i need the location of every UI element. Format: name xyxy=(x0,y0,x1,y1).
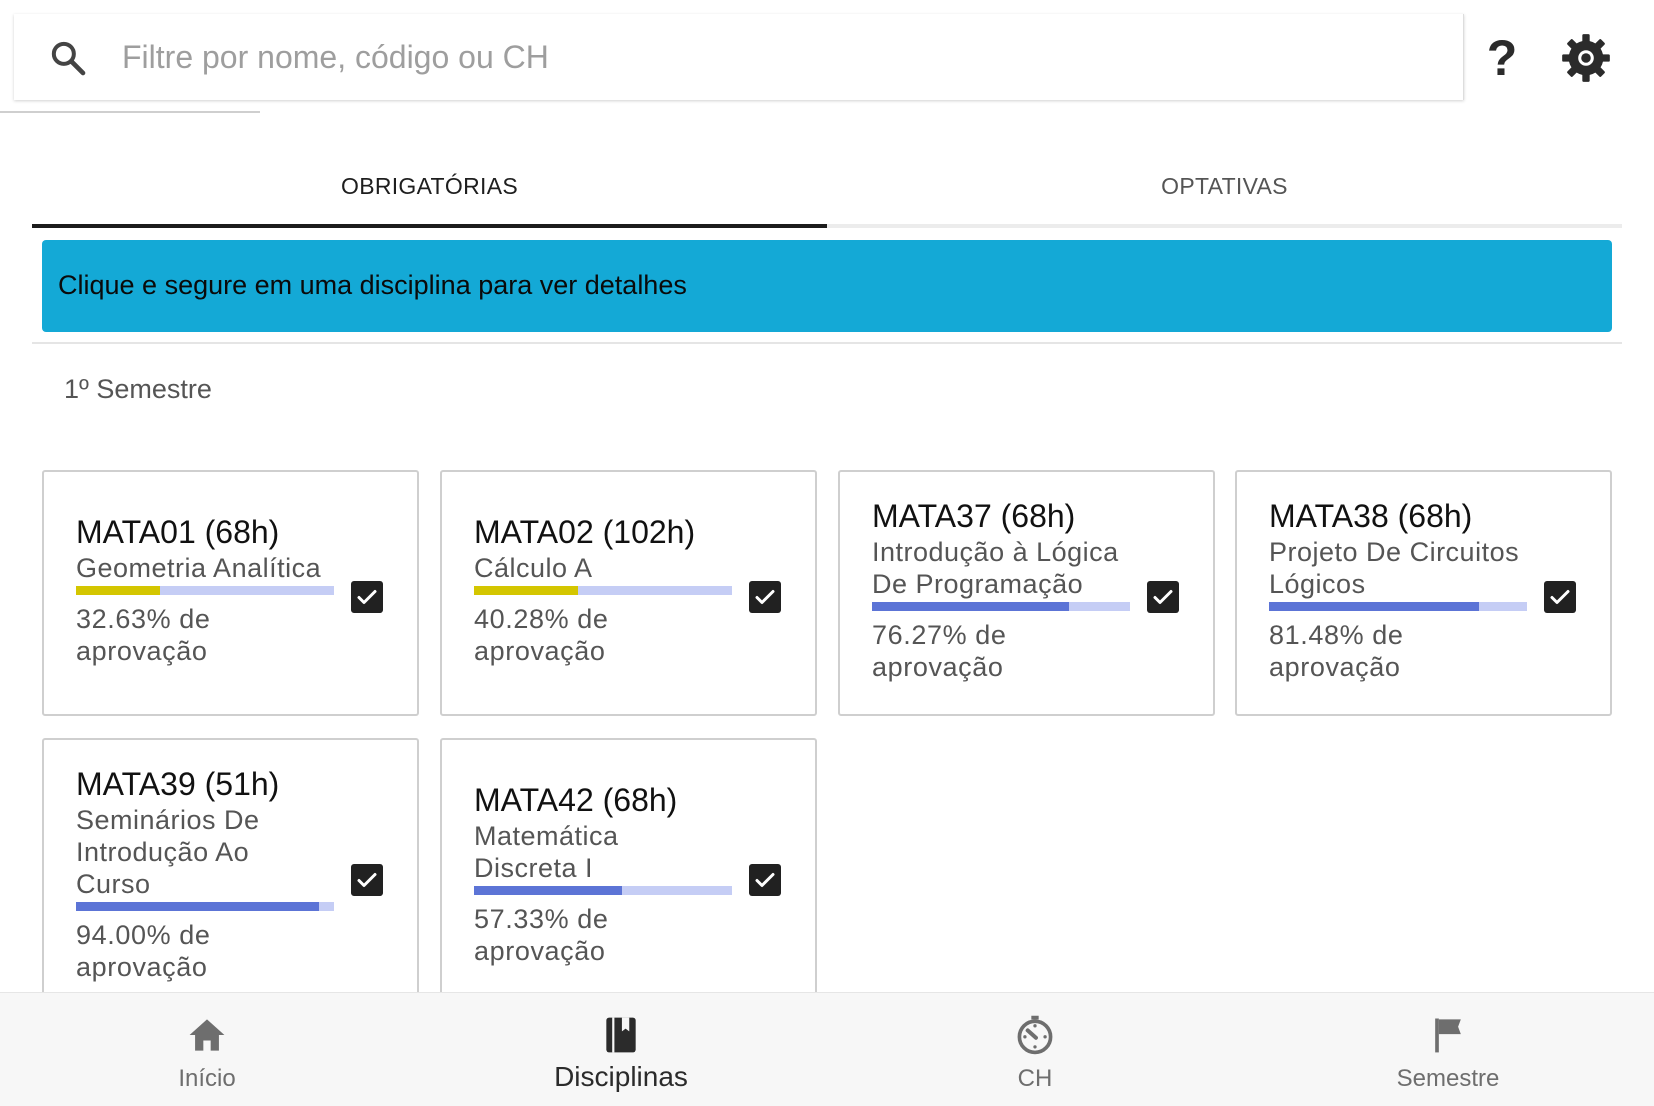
approval-progress-fill xyxy=(76,902,319,911)
approval-progress-fill xyxy=(474,886,622,895)
approval-rate: 94.00% de aprovação xyxy=(76,920,211,982)
info-banner: Clique e segure em uma disciplina para v… xyxy=(42,240,1612,332)
course-code: MATA39 (51h) xyxy=(76,766,280,802)
approval-progress xyxy=(76,586,334,595)
approval-progress-fill xyxy=(474,586,578,595)
approval-progress-fill xyxy=(1269,602,1480,611)
approval-rate: 32.63% de aprovação xyxy=(76,604,211,666)
nav-item-semestre[interactable]: Semestre xyxy=(1242,993,1654,1106)
home-icon xyxy=(189,1019,225,1051)
approval-progress xyxy=(474,586,732,595)
approval-rate: 76.27% de aprovação xyxy=(872,620,1007,682)
course-card-mata38[interactable]: MATA38 (68h) Projeto De Circuitos Lógico… xyxy=(1235,470,1612,716)
course-name: Introdução à Lógica De Programação xyxy=(872,537,1119,599)
completed-checkbox[interactable] xyxy=(1147,581,1179,613)
book-icon xyxy=(606,1017,636,1053)
nav-item-ch[interactable]: CH xyxy=(828,993,1242,1106)
nav-item-inicio[interactable]: Início xyxy=(0,993,414,1106)
check-icon xyxy=(755,873,775,887)
info-banner-text: Clique e segure em uma disciplina para v… xyxy=(58,270,687,300)
course-name: Projeto De Circuitos Lógicos xyxy=(1269,537,1520,599)
completed-checkbox[interactable] xyxy=(1544,581,1576,613)
course-code: MATA38 (68h) xyxy=(1269,498,1473,534)
course-name: Seminários De Introdução Ao Curso xyxy=(76,805,260,899)
approval-progress xyxy=(872,602,1130,611)
course-code: MATA01 (68h) xyxy=(76,514,280,550)
search-bar xyxy=(14,14,1464,100)
approval-progress xyxy=(1269,602,1527,611)
app-root: ? OBRIGATÓRIAS OPTATIVAS Clique e segure… xyxy=(0,0,1654,1106)
course-name: Cálculo A xyxy=(474,553,593,583)
tab-obrigatorias[interactable]: OBRIGATÓRIAS xyxy=(32,150,827,230)
course-code: MATA02 (102h) xyxy=(474,514,696,550)
search-input[interactable] xyxy=(122,34,1422,80)
completed-checkbox[interactable] xyxy=(351,581,383,613)
course-name: Matemática Discreta I xyxy=(474,821,619,883)
flag-icon xyxy=(1435,1018,1461,1053)
help-icon[interactable]: ? xyxy=(1476,28,1528,88)
search-icon xyxy=(51,41,86,76)
course-card-mata01[interactable]: MATA01 (68h) Geometria Analítica 32.63% … xyxy=(42,470,419,716)
course-name: Geometria Analítica xyxy=(76,553,322,583)
completed-checkbox[interactable] xyxy=(749,581,781,613)
approval-progress xyxy=(474,886,732,895)
approval-progress-fill xyxy=(872,602,1069,611)
timer-icon xyxy=(1017,1015,1053,1055)
tab-bar: OBRIGATÓRIAS OPTATIVAS xyxy=(32,150,1622,230)
check-icon xyxy=(1153,590,1173,604)
approval-rate: 57.33% de aprovação xyxy=(474,904,609,966)
gear-icon[interactable] xyxy=(1560,32,1612,84)
course-card-mata02[interactable]: MATA02 (102h) Cálculo A 40.28% de aprova… xyxy=(440,470,817,716)
check-icon xyxy=(357,590,377,604)
nav-label: Semestre xyxy=(1396,1065,1500,1092)
course-code: MATA42 (68h) xyxy=(474,782,678,818)
bottom-nav: Início Disciplinas CH Semestre xyxy=(0,992,1654,1106)
divider xyxy=(32,342,1622,344)
search-underline xyxy=(0,111,260,113)
semester-title: 1º Semestre xyxy=(64,374,212,404)
completed-checkbox[interactable] xyxy=(351,864,383,896)
approval-progress xyxy=(76,902,334,911)
approval-rate: 40.28% de aprovação xyxy=(474,604,609,666)
check-icon xyxy=(357,873,377,887)
nav-item-disciplinas[interactable]: Disciplinas xyxy=(414,993,828,1106)
check-icon xyxy=(755,590,775,604)
check-icon xyxy=(1550,590,1570,604)
completed-checkbox[interactable] xyxy=(749,864,781,896)
course-card-mata37[interactable]: MATA37 (68h) Introdução à Lógica De Prog… xyxy=(838,470,1215,716)
tab-optativas[interactable]: OPTATIVAS xyxy=(827,150,1622,230)
nav-label: CH xyxy=(1017,1065,1053,1092)
nav-label: Início xyxy=(178,1065,236,1092)
approval-rate: 81.48% de aprovação xyxy=(1269,620,1404,682)
approval-progress-fill xyxy=(76,586,161,595)
tab-track xyxy=(827,224,1622,228)
course-code: MATA37 (68h) xyxy=(872,498,1076,534)
tab-indicator xyxy=(32,224,827,228)
nav-label: Disciplinas xyxy=(554,1061,688,1092)
